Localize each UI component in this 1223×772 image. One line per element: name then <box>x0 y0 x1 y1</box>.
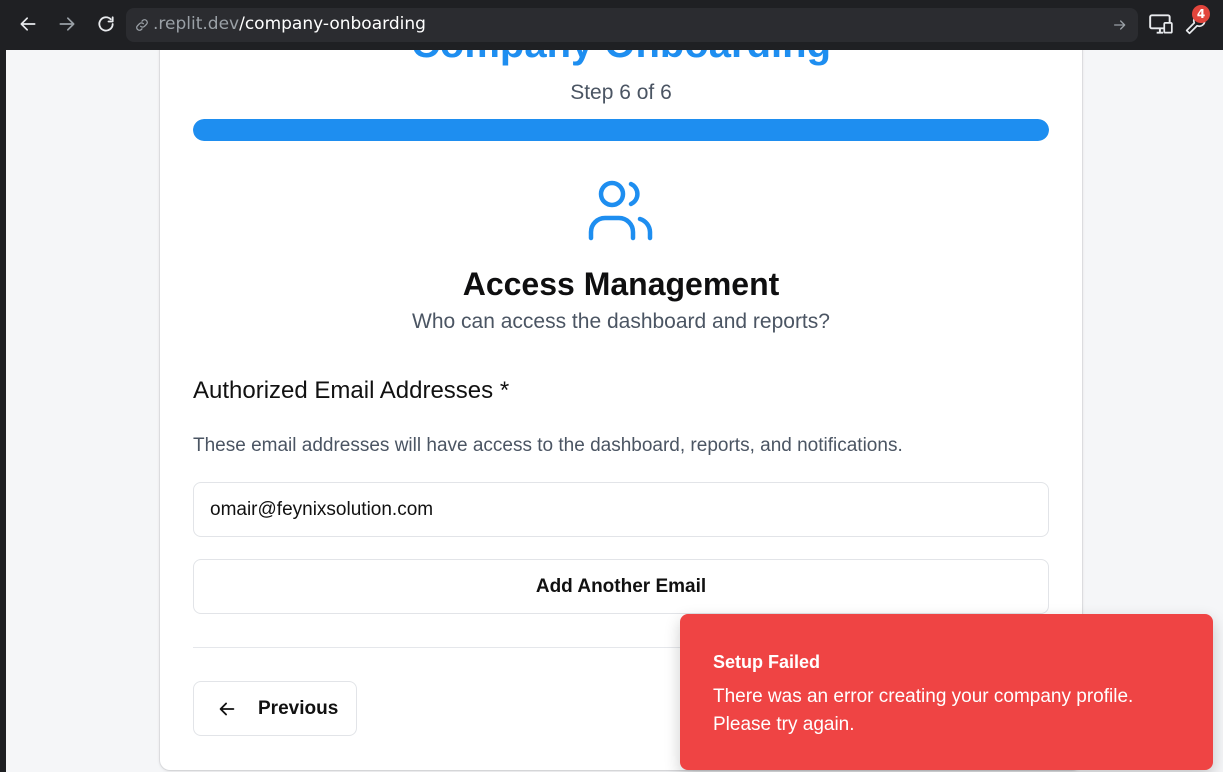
section-subtitle: Who can access the dashboard and reports… <box>412 310 830 333</box>
toast-title: Setup Failed <box>713 652 821 672</box>
toast-message: There was an error creating your company… <box>713 686 1134 735</box>
users-icon <box>588 180 653 241</box>
url-text: .replit.dev/company-onboarding <box>153 14 426 34</box>
email-input[interactable] <box>193 482 1049 537</box>
error-toast[interactable]: Setup Failed There was an error creating… <box>680 614 1213 770</box>
cast-screen-icon[interactable] <box>1148 11 1174 37</box>
url-domain: .replit.dev <box>153 14 240 34</box>
arrow-right-icon <box>59 17 75 31</box>
previous-button[interactable]: Previous <box>193 681 357 736</box>
arrow-left-icon <box>20 17 36 31</box>
emails-field-label: Authorized Email Addresses * <box>193 377 510 404</box>
reload-icon <box>98 16 114 32</box>
step-indicator: Step 6 of 6 <box>570 81 672 104</box>
progress-fill <box>193 119 1049 141</box>
page-title: Company Onboarding <box>160 50 1082 67</box>
link-icon <box>136 19 148 31</box>
section-title: Access Management <box>462 266 780 302</box>
forward-button[interactable] <box>53 10 81 38</box>
go-arrow-icon[interactable] <box>1112 17 1128 33</box>
add-email-button[interactable]: Add Another Email <box>193 559 1049 614</box>
reload-button[interactable] <box>92 10 120 38</box>
emails-field-help: These email addresses will have access t… <box>193 435 903 456</box>
url-path: /company-onboarding <box>239 14 426 34</box>
progress-bar <box>193 119 1049 141</box>
extension-badge: 4 <box>1192 5 1210 23</box>
back-button[interactable] <box>14 10 42 38</box>
previous-label: Previous <box>258 697 339 719</box>
address-bar[interactable]: .replit.dev/company-onboarding <box>126 8 1138 42</box>
browser-toolbar: .replit.dev/company-onboarding 4 <box>0 0 1223 50</box>
arrow-left-icon <box>219 702 235 715</box>
